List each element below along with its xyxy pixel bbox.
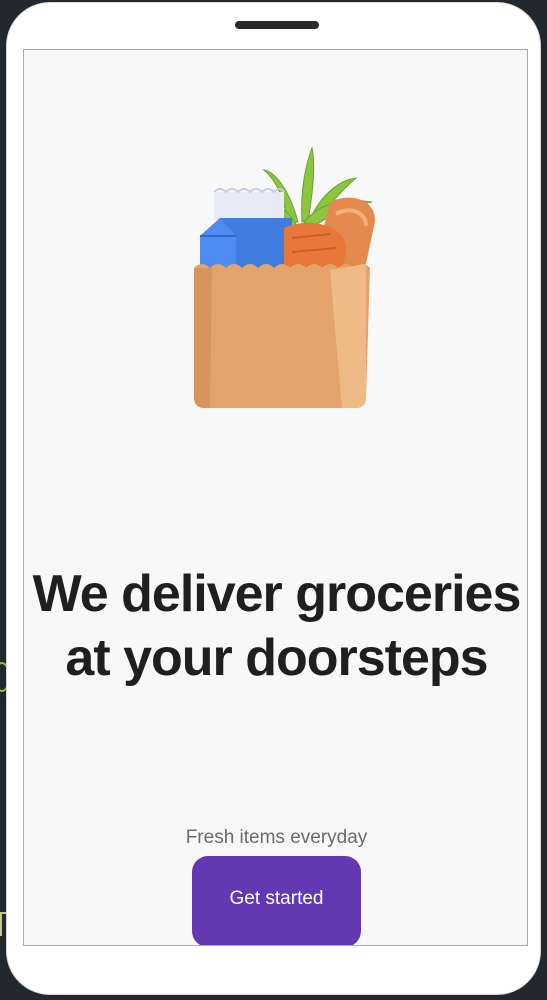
grocery-bag-icon [194,146,375,408]
phone-frame: We deliver groceries at your doorsteps F… [6,2,541,995]
headline: We deliver groceries at your doorsteps [32,565,522,687]
get-started-button[interactable]: Get started [192,856,361,945]
phone-notch [235,21,319,29]
paper-bag [194,264,370,408]
onboarding-screen: We deliver groceries at your doorsteps F… [23,49,528,946]
subtitle: Fresh items everyday [185,827,368,848]
